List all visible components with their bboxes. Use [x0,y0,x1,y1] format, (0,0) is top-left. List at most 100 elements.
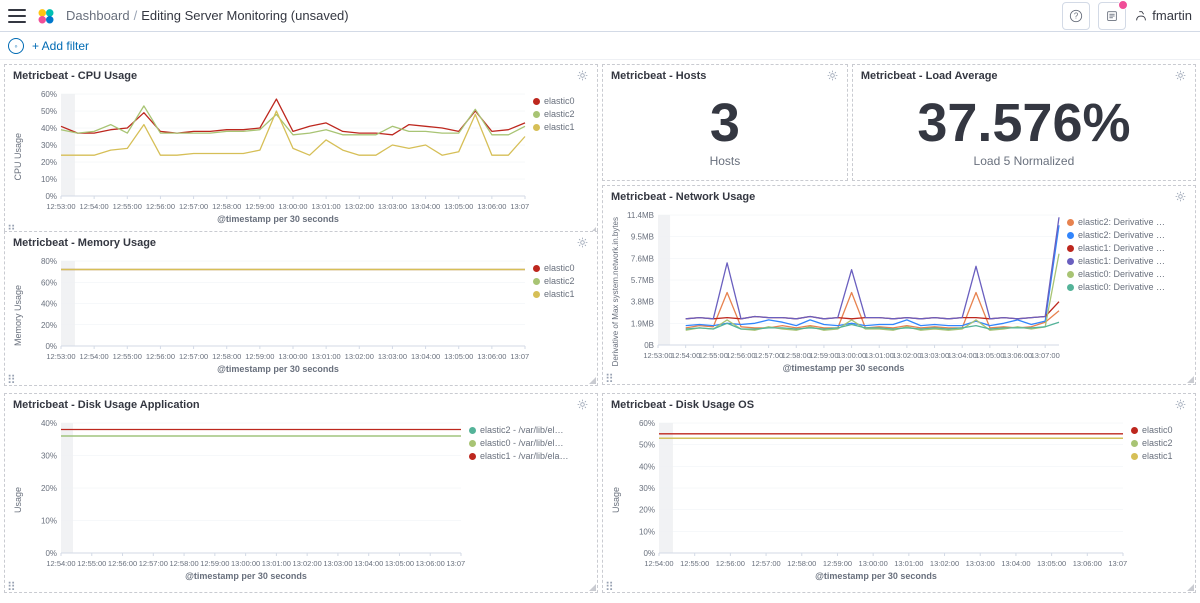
svg-text:50%: 50% [41,107,57,116]
legend: elastic0 elastic2 elastic1 [533,257,589,374]
svg-text:60%: 60% [639,419,655,428]
svg-text:13:01:00: 13:01:00 [312,202,341,211]
svg-text:12:54:00: 12:54:00 [644,559,673,568]
gear-icon[interactable] [826,69,839,82]
svg-text:12:56:00: 12:56:00 [716,559,745,568]
svg-text:13:06:00: 13:06:00 [416,559,445,568]
svg-text:20%: 20% [41,484,57,493]
svg-text:13:02:00: 13:02:00 [892,351,921,360]
resize-handle[interactable] [1185,374,1195,384]
legend-label: elastic1 [544,122,575,132]
legend-dot [1131,427,1138,434]
legend-item[interactable]: elastic2: Derivative … [1067,217,1187,227]
chart-disk-app[interactable]: 0%10%20%30%40%12:54:0012:55:0012:56:0012… [27,419,465,569]
svg-text:13:05:00: 13:05:00 [444,352,473,361]
legend-label: elastic1: Derivative … [1078,256,1165,266]
x-axis-label: @timestamp per 30 seconds [27,214,529,224]
svg-text:0%: 0% [45,342,57,351]
legend-label: elastic0 [544,96,575,106]
legend-item[interactable]: elastic0 - /var/lib/el… [469,438,589,448]
legend-item[interactable]: elastic1: Derivative … [1067,243,1187,253]
svg-text:13:04:00: 13:04:00 [1001,559,1030,568]
svg-text:12:57:00: 12:57:00 [754,351,783,360]
svg-text:20%: 20% [639,506,655,515]
panel-title: Metricbeat - CPU Usage [13,70,137,82]
svg-text:12:55:00: 12:55:00 [680,559,709,568]
legend-item[interactable]: elastic1 [533,122,589,132]
panel-title: Metricbeat - Network Usage [611,191,755,203]
svg-text:12:58:00: 12:58:00 [212,202,241,211]
svg-text:10%: 10% [639,527,655,536]
svg-text:13:00:00: 13:00:00 [278,352,307,361]
legend-dot [1067,284,1074,291]
legend-label: elastic0: Derivative … [1078,269,1165,279]
svg-text:13:00:00: 13:00:00 [231,559,260,568]
help-icon[interactable]: ? [1062,2,1090,30]
legend-item[interactable]: elastic0: Derivative … [1067,282,1187,292]
chart-memory[interactable]: 0%20%40%60%80%12:53:0012:54:0012:55:0012… [27,257,529,362]
gear-icon[interactable] [576,398,589,411]
legend-item[interactable]: elastic1 [1131,451,1187,461]
elastic-logo[interactable] [36,6,56,26]
add-filter-link[interactable]: + Add filter [32,39,89,53]
svg-text:13:03:00: 13:03:00 [920,351,949,360]
legend-label: elastic2 [544,276,575,286]
filter-toggle-icon[interactable]: ◦ [8,38,24,54]
legend-dot [1067,232,1074,239]
svg-text:12:57:00: 12:57:00 [751,559,780,568]
gear-icon[interactable] [1174,190,1187,203]
svg-text:3.8MB: 3.8MB [631,298,654,307]
menu-icon[interactable] [8,9,26,23]
legend-item[interactable]: elastic1 [533,289,589,299]
legend-item[interactable]: elastic2 [533,276,589,286]
user-menu[interactable]: fmartin [1134,8,1192,23]
legend-dot [533,291,540,298]
legend-label: elastic0 [1142,425,1173,435]
gear-icon[interactable] [576,69,589,82]
chart-cpu[interactable]: 0%10%20%30%40%50%60%12:53:0012:54:0012:5… [27,90,529,212]
svg-text:12:53:00: 12:53:00 [643,351,672,360]
svg-text:40%: 40% [639,462,655,471]
svg-text:13:05:00: 13:05:00 [975,351,1004,360]
legend-item[interactable]: elastic2 [533,109,589,119]
newsfeed-icon[interactable] [1098,2,1126,30]
drag-handle-icon[interactable]: ⠿ [605,580,613,588]
svg-text:40%: 40% [41,419,57,428]
breadcrumb-root[interactable]: Dashboard [66,8,130,23]
legend-dot [533,265,540,272]
svg-text:12:53:00: 12:53:00 [46,352,75,361]
legend-item[interactable]: elastic0 [1131,425,1187,435]
chart-disk-os[interactable]: 0%10%20%30%40%50%60%12:54:0012:55:0012:5… [625,419,1127,569]
svg-text:13:03:00: 13:03:00 [966,559,995,568]
chart-network[interactable]: 0B1.9MB3.8MB5.7MB7.6MB9.5MB11.4MB12:53:0… [624,211,1063,361]
legend-item[interactable]: elastic0 [533,263,589,273]
legend-item[interactable]: elastic0: Derivative … [1067,269,1187,279]
svg-text:80%: 80% [41,257,57,266]
notification-badge [1118,0,1128,10]
legend-item[interactable]: elastic0 [533,96,589,106]
drag-handle-icon[interactable]: ⠿ [7,580,15,588]
svg-text:13:02:00: 13:02:00 [293,559,322,568]
legend-item[interactable]: elastic1: Derivative … [1067,256,1187,266]
legend-item[interactable]: elastic2 [1131,438,1187,448]
metric-value: 37.576% [917,96,1130,150]
svg-text:12:56:00: 12:56:00 [146,352,175,361]
resize-handle[interactable] [587,375,597,385]
legend-label: elastic1: Derivative … [1078,243,1165,253]
legend-item[interactable]: elastic2: Derivative … [1067,230,1187,240]
filter-bar: ◦ + Add filter [0,32,1200,60]
legend-item[interactable]: elastic2 - /var/lib/el… [469,425,589,435]
legend-dot [533,98,540,105]
svg-text:12:54:00: 12:54:00 [46,559,75,568]
drag-handle-icon[interactable]: ⠿ [7,373,15,381]
gear-icon[interactable] [576,236,589,249]
svg-text:60%: 60% [41,278,57,287]
svg-text:20%: 20% [41,321,57,330]
drag-handle-icon[interactable]: ⠿ [605,372,613,380]
legend-item[interactable]: elastic1 - /var/lib/ela… [469,451,589,461]
drag-handle-icon[interactable]: ⠿ [7,223,15,231]
legend-dot [1067,258,1074,265]
gear-icon[interactable] [1174,69,1187,82]
legend-label: elastic2 [544,109,575,119]
gear-icon[interactable] [1174,398,1187,411]
